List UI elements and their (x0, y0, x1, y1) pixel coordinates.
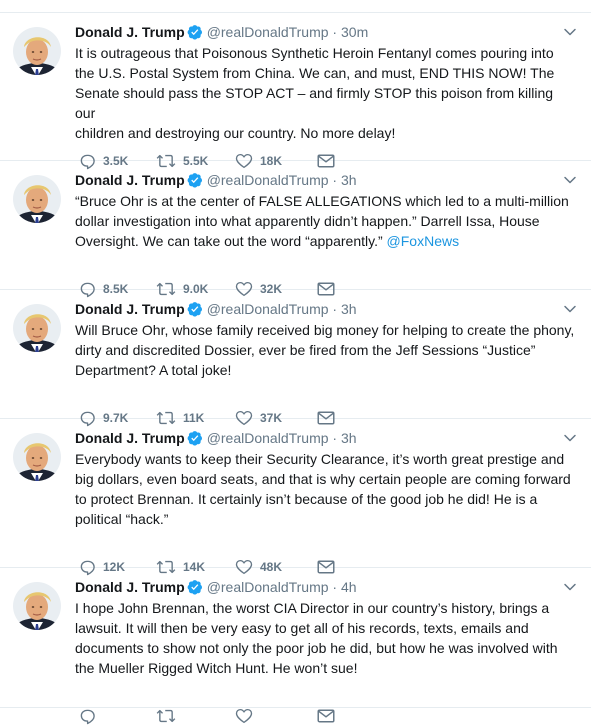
tweet-text-line: dirty and discredited Dossier, ever be f… (75, 342, 536, 358)
tweet-text-line: lawsuit. It will then be very easy to ge… (75, 620, 529, 636)
tweet-text: It is outrageous that Poisonous Syntheti… (75, 43, 577, 143)
avatar[interactable] (13, 582, 61, 630)
tweet[interactable]: Donald J. Trump @realDonaldTrump · 3h Wil… (0, 290, 591, 427)
tweet-text-line: Will Bruce Ohr, whose family received bi… (75, 322, 575, 338)
tweet-text-line: Everybody wants to keep their Security C… (75, 451, 565, 467)
tweet-text-line: I hope John Brennan, the worst CIA Direc… (75, 600, 550, 616)
author-name[interactable]: Donald J. Trump (75, 24, 185, 40)
timestamp[interactable]: 4h (341, 579, 357, 595)
tweet-content: Donald J. Trump @realDonaldTrump · 3h Wil… (75, 299, 577, 427)
chevron-down-icon[interactable] (563, 172, 577, 192)
verified-badge-icon (187, 172, 203, 193)
avatar[interactable] (13, 433, 61, 481)
tweet-content: Donald J. Trump @realDonaldTrump · 30m It… (75, 22, 577, 170)
avatar[interactable] (13, 27, 61, 75)
author-name[interactable]: Donald J. Trump (75, 430, 185, 446)
tweet-header: Donald J. Trump @realDonaldTrump · 30m (75, 22, 577, 42)
tweet[interactable]: Donald J. Trump @realDonaldTrump · 30m It… (0, 12, 591, 170)
verified-badge-icon (187, 24, 203, 45)
tweet-text-line: dollar investigation into what apparentl… (75, 213, 540, 229)
timestamp[interactable]: 3h (341, 430, 357, 446)
separator-dot: · (328, 579, 341, 595)
verified-badge-icon (187, 301, 203, 322)
tweet-header: Donald J. Trump @realDonaldTrump · 3h (75, 170, 577, 190)
timestamp[interactable]: 30m (341, 24, 368, 40)
author-handle[interactable]: @realDonaldTrump (207, 172, 329, 188)
reply-icon (78, 707, 96, 725)
tweet-text-line: political “hack.” (75, 511, 169, 527)
tweet-text-line: documents to show not only the poor job … (75, 640, 558, 656)
heart-icon (235, 707, 253, 725)
timestamp[interactable]: 3h (341, 301, 357, 317)
verified-badge-icon (187, 430, 203, 451)
avatar[interactable] (13, 304, 61, 352)
author-handle[interactable]: @realDonaldTrump (207, 579, 329, 595)
separator-dot: · (328, 172, 341, 188)
chevron-down-icon[interactable] (563, 301, 577, 321)
reply-button[interactable] (78, 706, 103, 726)
author-name[interactable]: Donald J. Trump (75, 579, 185, 595)
tweet-text-line: It is outrageous that Poisonous Syntheti… (75, 45, 554, 61)
retweet-icon (156, 707, 176, 725)
tweet-text: “Bruce Ohr is at the center of FALSE ALL… (75, 191, 577, 251)
separator-dot: · (328, 301, 341, 317)
author-name[interactable]: Donald J. Trump (75, 301, 185, 317)
direct-message-button[interactable] (317, 706, 335, 726)
tweet-text-line: the U.S. Postal System from China. We ca… (75, 65, 555, 81)
tweet[interactable]: Donald J. Trump @realDonaldTrump · 3h Eve… (0, 419, 591, 576)
like-button[interactable] (235, 706, 260, 726)
envelope-icon (317, 708, 335, 724)
tweet-header: Donald J. Trump @realDonaldTrump · 3h (75, 428, 577, 448)
chevron-down-icon[interactable] (563, 579, 577, 599)
tweet[interactable]: Donald J. Trump @realDonaldTrump · 3h “Br… (0, 161, 591, 298)
author-name[interactable]: Donald J. Trump (75, 172, 185, 188)
tweet-content: Donald J. Trump @realDonaldTrump · 3h Eve… (75, 428, 577, 576)
author-handle[interactable]: @realDonaldTrump (207, 301, 329, 317)
tweet-content: Donald J. Trump @realDonaldTrump · 4h I h… (75, 577, 577, 725)
mention-link[interactable]: @FoxNews (387, 233, 460, 249)
tweet-text-line: the Mueller Rigged Witch Hunt. He won’t … (75, 660, 358, 676)
verified-badge-icon (187, 579, 203, 600)
tweet-text: Will Bruce Ohr, whose family received bi… (75, 320, 577, 380)
avatar[interactable] (13, 175, 61, 223)
chevron-down-icon[interactable] (563, 24, 577, 44)
separator-dot: · (328, 24, 341, 40)
tweet-text-line: big dollars, even board seats, and that … (75, 471, 571, 487)
tweet-text-line: to protect Brennan. It certainly isn’t b… (75, 491, 538, 507)
chevron-down-icon[interactable] (563, 430, 577, 450)
tweet-text: Everybody wants to keep their Security C… (75, 449, 577, 529)
tweet-header: Donald J. Trump @realDonaldTrump · 4h (75, 577, 577, 597)
retweet-button[interactable] (156, 706, 183, 726)
tweet-text: I hope John Brennan, the worst CIA Direc… (75, 598, 577, 678)
tweet-text-line: Senate should pass the STOP ACT – and fi… (75, 85, 554, 121)
author-handle[interactable]: @realDonaldTrump (207, 24, 329, 40)
tweet-header: Donald J. Trump @realDonaldTrump · 3h (75, 299, 577, 319)
tweet-text-line: Oversight. We can take out the word “app… (75, 233, 460, 249)
timestamp[interactable]: 3h (341, 172, 357, 188)
author-handle[interactable]: @realDonaldTrump (207, 430, 329, 446)
tweet[interactable]: Donald J. Trump @realDonaldTrump · 4h I h… (0, 568, 591, 725)
tweet-text-line: children and destroying our country. No … (75, 125, 396, 141)
separator-dot: · (328, 430, 341, 446)
tweet-content: Donald J. Trump @realDonaldTrump · 3h “Br… (75, 170, 577, 298)
tweet-text-line: Department? A total joke! (75, 362, 232, 378)
tweet-text-line: “Bruce Ohr is at the center of FALSE ALL… (75, 193, 569, 209)
